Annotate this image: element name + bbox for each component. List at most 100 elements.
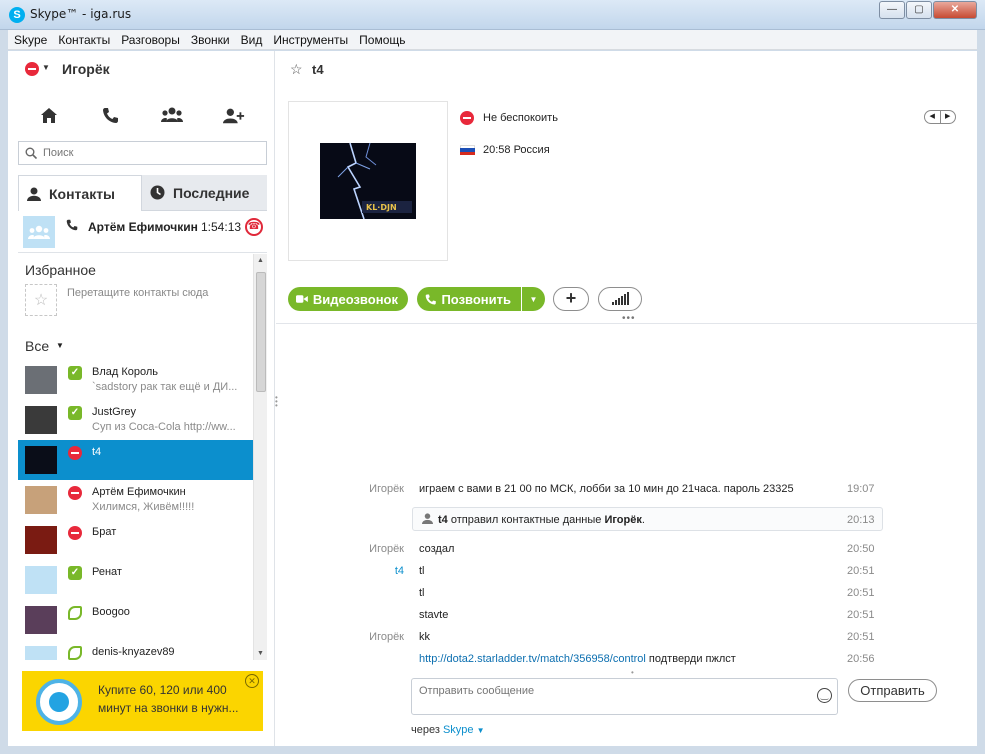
my-name[interactable]: Игорёк: [62, 61, 110, 77]
russia-flag-icon: [460, 145, 475, 155]
star-icon[interactable]: ☆: [290, 61, 303, 78]
send-button[interactable]: Отправить: [848, 679, 937, 702]
contact-row[interactable]: Брат: [18, 520, 253, 560]
menu-view[interactable]: Вид: [241, 33, 263, 47]
menu-help[interactable]: Помощь: [359, 33, 405, 47]
menu-skype[interactable]: Skype: [14, 33, 47, 47]
maximize-button[interactable]: ▢: [906, 1, 932, 19]
chevron-down-icon[interactable]: ▼: [42, 63, 50, 72]
contact-tabs: Контакты Последние: [18, 175, 267, 211]
emoticon-icon[interactable]: ‿: [817, 688, 832, 703]
online-status-icon: ✓: [68, 366, 82, 380]
do-not-disturb-icon: [68, 446, 82, 460]
resize-handle[interactable]: •: [631, 668, 634, 677]
call-quality-button[interactable]: [598, 287, 642, 311]
contact-row[interactable]: ✓ Влад Король `sadstory рак так ещё и ДИ..…: [18, 360, 253, 400]
contact-row[interactable]: ✓ JustGrey Суп из Coca-Cola http://ww...: [18, 400, 253, 440]
tab-contacts[interactable]: Контакты: [18, 175, 142, 211]
title-bar: S Skype™ - iga.rus — ▢ ✕: [0, 0, 985, 30]
contact-avatar: [25, 566, 57, 594]
video-call-label: Видеозвонок: [312, 291, 398, 307]
my-profile[interactable]: ▼ Игорёк: [8, 51, 275, 87]
search-box[interactable]: [18, 141, 267, 165]
chevron-down-icon: ▼: [529, 294, 538, 304]
search-input[interactable]: [43, 145, 253, 161]
left-pane: ▼ Игорёк Контакты: [8, 51, 275, 746]
chevron-down-icon[interactable]: ▼: [477, 726, 485, 735]
add-contact-icon[interactable]: [223, 104, 245, 126]
phone-icon[interactable]: [100, 104, 122, 126]
active-call[interactable]: Артём Ефимочкин 1:54:13 ☎: [18, 211, 267, 253]
scrollbar-thumb[interactable]: [256, 272, 266, 392]
message-time: 20:51: [847, 565, 875, 577]
contact-row[interactable]: t4: [18, 440, 253, 480]
contact-name: denis-knyazev89: [92, 646, 175, 658]
contact-avatar: [25, 366, 57, 394]
call-button[interactable]: Позвонить: [417, 287, 521, 311]
chevron-down-icon[interactable]: ▼: [56, 341, 64, 350]
tab-contacts-label: Контакты: [49, 185, 116, 202]
message-text: играем с вами в 21 00 по МСК, лобби за 1…: [419, 483, 794, 495]
skype-app: ▼ Игорёк Контакты: [8, 51, 977, 746]
active-call-name: Артём Ефимочкин: [88, 220, 198, 234]
add-to-conversation-button[interactable]: +: [553, 287, 589, 311]
profile-card: KL·DJN: [288, 101, 448, 261]
message-sender[interactable]: t4: [395, 565, 404, 577]
promo-banner[interactable]: Купите 60, 120 или 400 минут на звонки в…: [22, 671, 263, 731]
system-message: t4 отправил контактные данные Игорёк. 20…: [412, 507, 883, 531]
menu-tools[interactable]: Инструменты: [273, 33, 348, 47]
scroll-up-icon[interactable]: ▲: [257, 257, 264, 264]
contact-avatar[interactable]: KL·DJN: [320, 143, 416, 219]
message-row: Игорёк kk 20:51: [276, 627, 977, 647]
message-text: stavte: [419, 609, 449, 621]
message-sender: Игорёк: [369, 543, 404, 555]
message-input[interactable]: [419, 685, 799, 697]
message-time: 20:50: [847, 543, 875, 555]
group-icon[interactable]: [161, 104, 184, 126]
minimize-button[interactable]: —: [879, 1, 905, 19]
message-sender: Игорёк: [369, 483, 404, 495]
message-time: 19:07: [847, 483, 875, 495]
contact-row[interactable]: ✓ Ренат: [18, 560, 253, 600]
home-icon[interactable]: [38, 104, 60, 126]
contact-row[interactable]: Артём Ефимочкин Хилимся, Живём!!!!!: [18, 480, 253, 520]
contact-avatar: [25, 446, 57, 474]
contact-mood: Хилимся, Живём!!!!!: [92, 501, 195, 513]
close-button[interactable]: ✕: [933, 1, 977, 19]
chevron-right-icon[interactable]: ▶: [941, 111, 956, 123]
message-time: 20:51: [847, 609, 875, 621]
contact-row[interactable]: Boogoo: [18, 600, 253, 640]
video-call-button[interactable]: Видеозвонок: [288, 287, 408, 311]
profile-pager[interactable]: ◀ ▶: [924, 110, 956, 124]
contact-name: Брат: [92, 526, 117, 538]
contact-list-scrollbar[interactable]: ▲ ▼: [253, 254, 267, 660]
search-icon: [25, 147, 37, 159]
send-via-selector[interactable]: Skype: [443, 724, 474, 736]
hang-up-icon[interactable]: ☎: [245, 218, 263, 236]
message-link-suffix: подтверди пжлст: [645, 653, 736, 665]
favorites-hint: Перетащите контакты сюда: [67, 287, 209, 299]
tab-recent[interactable]: Последние: [142, 175, 267, 211]
message-link[interactable]: http://dota2.starladder.tv/match/356958/…: [419, 653, 646, 665]
scroll-down-icon[interactable]: ▼: [257, 650, 264, 657]
message-compose-box[interactable]: ‿: [411, 678, 838, 715]
do-not-disturb-icon[interactable]: [25, 62, 39, 76]
contact-status: Не беспокоить: [483, 112, 558, 124]
window-title: Skype™ - iga.rus: [30, 7, 132, 21]
menu-contacts[interactable]: Контакты: [58, 33, 110, 47]
send-via-prefix: через: [411, 724, 443, 736]
menu-calls[interactable]: Звонки: [191, 33, 230, 47]
contact-name: Артём Ефимочкин: [92, 486, 186, 498]
contact-mood: `sadstory рак так ещё и ДИ...: [92, 381, 238, 393]
close-icon[interactable]: ✕: [245, 674, 259, 688]
chevron-left-icon[interactable]: ◀: [925, 111, 941, 123]
offline-status-icon: [68, 646, 82, 660]
all-contacts-heading[interactable]: Все: [25, 338, 49, 354]
group-avatar: [23, 216, 55, 248]
conversation-pane: ☆ t4 KL·DJN Не беспокоить 20:58 Россия ◀…: [276, 51, 977, 746]
offline-status-icon: [68, 606, 82, 620]
person-icon: [422, 513, 433, 524]
call-options-button[interactable]: ▼: [522, 287, 545, 311]
contact-row[interactable]: denis-knyazev89: [18, 640, 253, 660]
menu-conversations[interactable]: Разговоры: [121, 33, 180, 47]
